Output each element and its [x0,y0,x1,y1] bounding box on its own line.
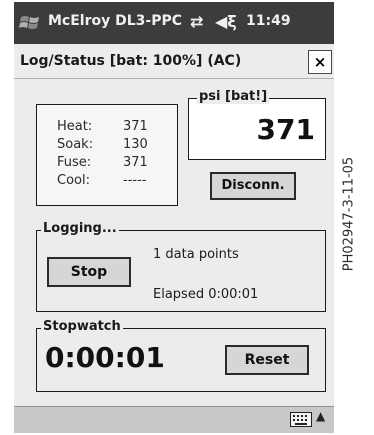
status-icons[interactable]: ⇄ ◀ξ [190,12,237,31]
stopwatch-label: Stopwatch [41,319,123,334]
stopwatch-time: 0:00:01 [45,341,165,374]
close-button[interactable]: × [308,50,332,74]
clock[interactable]: 11:49 [246,13,291,29]
reading-value: 371 [123,155,148,170]
reading-value: ----- [123,173,147,188]
app-title: McElroy DL3-PPC [48,13,183,29]
reading-label: Heat: [57,119,93,134]
taskbar: ▲ [14,406,334,433]
reading-value: 130 [123,137,148,152]
logging-label: Logging... [41,221,119,236]
status-bar: McElroy DL3-PPC ⇄ ◀ξ 11:49 [14,2,334,44]
dialog-header: Log/Status [bat: 100%] (AC) [14,44,334,79]
reset-button[interactable]: Reset [225,345,309,375]
reading-value: 371 [123,119,148,134]
network-icon[interactable]: ⇄ [190,12,203,31]
stopwatch-group: Stopwatch 0:00:01 Reset [36,319,326,392]
volume-icon[interactable]: ◀ξ [215,12,237,31]
reading-label: Soak: [57,137,94,152]
dialog-title: Log/Status [bat: 100%] (AC) [20,53,242,69]
stop-button[interactable]: Stop [47,257,131,287]
reading-label: Cool: [57,173,90,188]
up-arrow-icon[interactable]: ▲ [316,409,325,423]
pda-screen: McElroy DL3-PPC ⇄ ◀ξ 11:49 Log/Status [b… [14,2,334,433]
photo-id: PH02947-3-11-05 [341,156,357,272]
windows-start-icon[interactable] [18,10,44,36]
data-points-count: 1 data points [153,247,239,262]
elapsed-time: Elapsed 0:00:01 [153,287,259,302]
disconnect-button[interactable]: Disconn. [210,172,296,200]
psi-label: psi [bat!] [197,89,270,104]
logging-group: Logging... Stop 1 data points Elapsed 0:… [36,221,326,312]
psi-value: 371 [256,113,315,146]
keyboard-icon[interactable] [290,412,312,427]
readings-panel: Heat: 371 Soak: 130 Fuse: 371 Cool: ----… [36,104,178,206]
reading-label: Fuse: [57,155,92,170]
psi-group: psi [bat!] 371 [188,89,326,160]
